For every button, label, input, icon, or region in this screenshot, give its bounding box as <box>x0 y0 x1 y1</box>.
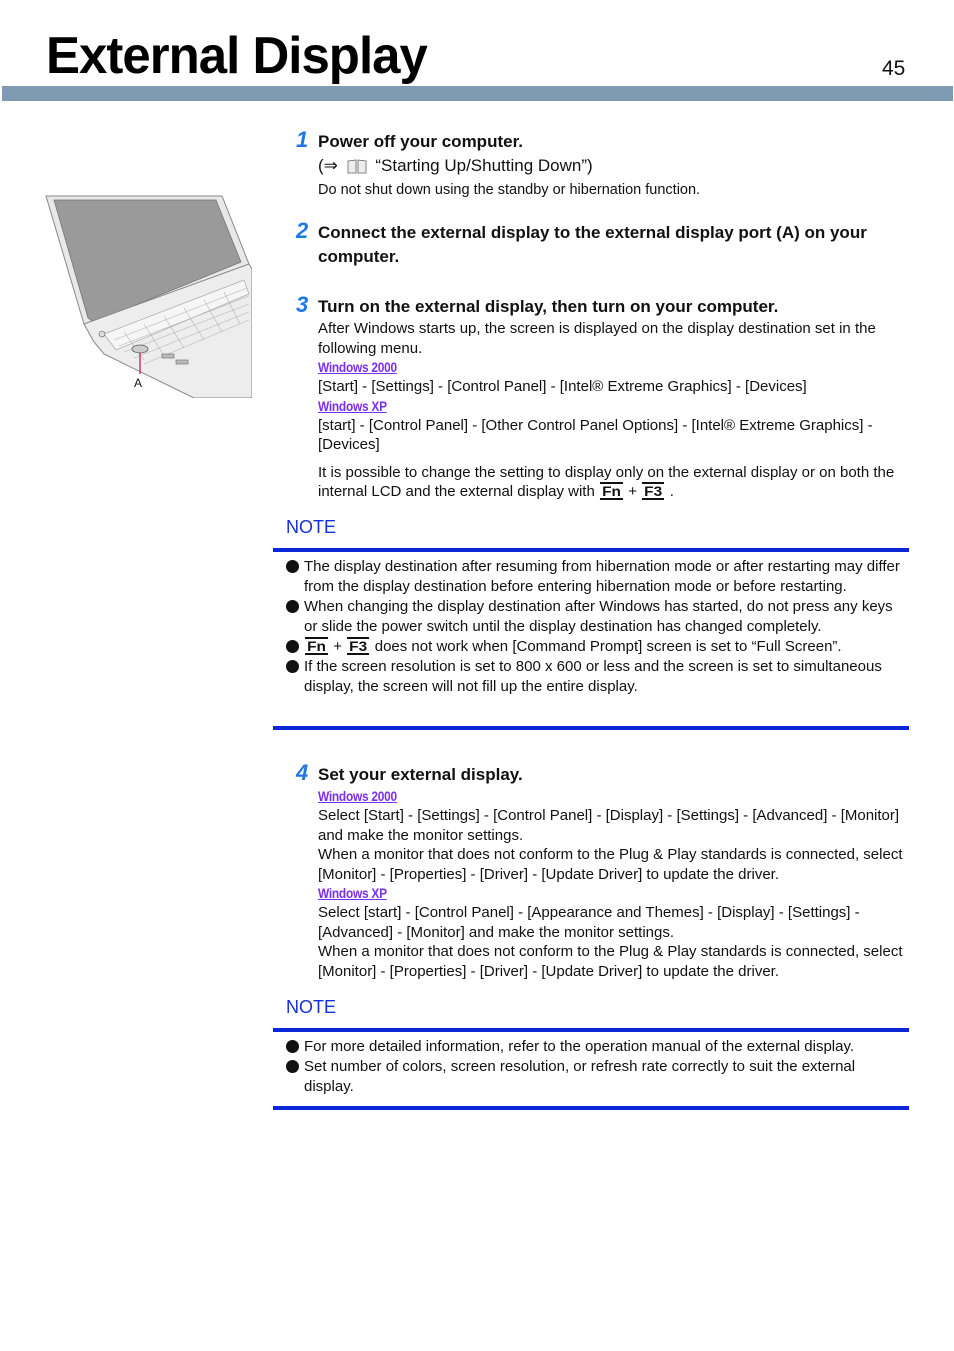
os-label-windows-2000: Windows 2000 <box>318 788 397 804</box>
driver-instructions: When a monitor that does not conform to … <box>318 943 903 980</box>
menu-path: Select [Start] - [Settings] - [Control P… <box>318 807 900 844</box>
step-title: Set your external display. <box>318 765 523 784</box>
note-label: NOTE <box>286 997 337 1017</box>
step-2: 2 Connect the external display to the ex… <box>296 218 910 269</box>
step-number: 1 <box>296 127 309 152</box>
cross-reference[interactable]: (⇒ “Starting Up/Shutting Down”) <box>318 154 910 181</box>
note-item: Set number of colors, screen resolution,… <box>286 1057 906 1097</box>
note-divider <box>273 1106 909 1110</box>
reference-text: “Starting Up/Shutting Down”) <box>375 156 593 175</box>
note-item: For more detailed information, refer to … <box>286 1037 906 1057</box>
plus-sign: + <box>628 483 638 500</box>
bullet-icon <box>286 560 299 573</box>
step-number: 3 <box>296 292 309 317</box>
menu-path: [Start] - [Settings] - [Control Panel] -… <box>318 378 807 395</box>
hotkey-paragraph: It is possible to change the setting to … <box>318 463 910 502</box>
driver-instructions: When a monitor that does not conform to … <box>318 846 903 883</box>
bullet-icon <box>286 1040 299 1053</box>
note-divider <box>273 1028 909 1032</box>
step-number: 4 <box>296 760 309 785</box>
note-label: NOTE <box>286 517 337 537</box>
bullet-icon <box>286 1060 299 1073</box>
step-title: Connect the external display to the exte… <box>318 223 867 266</box>
step-title: Turn on the external display, then turn … <box>318 297 779 316</box>
menu-path: Select [start] - [Control Panel] - [Appe… <box>318 904 860 941</box>
os-label-windows-xp: Windows XP <box>318 885 387 901</box>
step-4: 4 Set your external display. Windows 200… <box>296 760 910 981</box>
note-item: If the screen resolution is set to 800 x… <box>286 657 906 697</box>
laptop-icon <box>45 195 253 399</box>
page-title: External Display <box>46 27 428 85</box>
arrow-text: (⇒ <box>318 156 338 175</box>
port-a-label: A <box>134 376 143 390</box>
header-bar <box>2 86 953 101</box>
note-item: Fn + F3 does not work when [Command Prom… <box>286 637 906 657</box>
note-divider <box>273 548 909 552</box>
step-note: Do not shut down using the standby or hi… <box>318 182 701 198</box>
step-3: 3 Turn on the external display, then tur… <box>296 292 910 502</box>
book-icon <box>347 157 367 181</box>
fn-key: Fn <box>599 482 624 500</box>
bullet-icon <box>286 600 299 613</box>
period: . <box>669 483 674 500</box>
fn-key: Fn <box>304 637 329 655</box>
menu-path: [start] - [Control Panel] - [Other Contr… <box>318 416 873 454</box>
note-divider <box>273 726 909 730</box>
step-number: 2 <box>296 218 309 243</box>
laptop-illustration <box>44 194 253 399</box>
step-1: 1 Power off your computer. (⇒ “Starting … <box>296 127 910 201</box>
note-item: When changing the display destination af… <box>286 597 906 637</box>
note-list: For more detailed information, refer to … <box>286 1037 906 1097</box>
page-number: 45 <box>882 57 906 80</box>
note-list: The display destination after resuming f… <box>286 557 906 697</box>
step-title: Power off your computer. <box>318 132 523 151</box>
os-label-windows-2000: Windows 2000 <box>318 359 397 375</box>
step-intro: After Windows starts up, the screen is d… <box>318 320 876 357</box>
os-label-windows-xp: Windows XP <box>318 397 387 414</box>
note-item: The display destination after resuming f… <box>286 557 906 597</box>
bullet-icon <box>286 640 299 653</box>
bullet-icon <box>286 660 299 673</box>
f3-key: F3 <box>642 482 665 500</box>
f3-key: F3 <box>347 637 370 655</box>
